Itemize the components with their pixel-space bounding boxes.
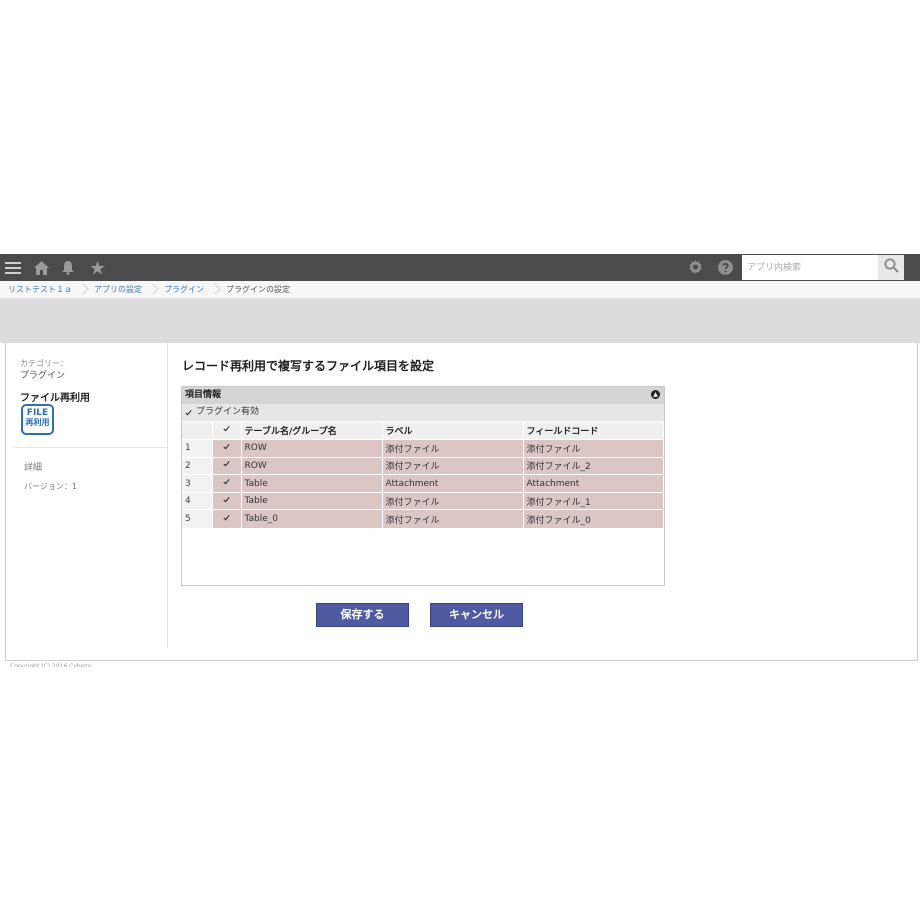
table-row[interactable]: 2 ROW 添付ファイル 添付ファイル_2 [182,456,664,475]
plugin-sidebar: カテゴリー： プラグイン ファイル再利用 FILE 再利用 詳細 バージョン：1 [6,343,168,648]
row-number: 1 [182,439,213,458]
app-search-input[interactable] [742,255,878,280]
table-header-row: テーブル名/グループ名 ラベル フィールドコード [182,422,664,440]
cell-group: Table [241,474,383,493]
breadcrumb-separator [79,281,87,299]
cell-label: 添付ファイル [382,456,524,475]
row-checkbox-cell [212,491,242,510]
plugin-logo-subtext: 再利用 [25,417,50,427]
breadcrumb-plugins[interactable]: プラグイン [164,284,204,295]
cell-code: 添付ファイル_1 [523,491,664,510]
field-table: テーブル名/グループ名 ラベル フィールドコード 1 ROW 添付ファイル 添付… [182,422,664,528]
row-number: 4 [182,491,213,510]
row-checkbox[interactable] [223,478,231,486]
sidebar-divider [14,447,168,448]
breadcrumb-separator [149,281,157,299]
page-title: レコード再利用で複写するファイル項目を設定 [182,359,435,373]
row-checkbox[interactable] [223,460,231,468]
section-header: 項目情報 ▲ [182,387,664,404]
settings-panel: カテゴリー： プラグイン ファイル再利用 FILE 再利用 詳細 バージョン：1… [5,343,918,661]
plugin-name: ファイル再利用 [20,393,90,404]
cell-label: 添付ファイル [382,491,524,510]
column-header-code: フィールドコード [523,422,664,440]
save-button[interactable]: 保存する [316,603,409,627]
page-header-band [0,299,920,343]
breadcrumb-app[interactable]: リストテスト１ａ [8,284,72,295]
row-checkbox-cell [212,439,242,458]
app-header [0,254,920,281]
cell-label: 添付ファイル [382,509,524,528]
breadcrumb: リストテスト１ａ アプリの設定 プラグイン プラグインの設定 [0,281,920,299]
cell-code: 添付ファイル_0 [523,509,664,528]
table-row[interactable]: 5 Table_0 添付ファイル 添付ファイル_0 [182,509,664,528]
cell-group: ROW [241,456,383,475]
star-icon[interactable] [86,254,108,281]
table-row[interactable]: 1 ROW 添付ファイル 添付ファイル [182,439,664,458]
help-icon[interactable] [714,254,736,281]
table-row[interactable]: 3 Table Attachment Attachment [182,474,664,493]
search-icon [884,258,899,277]
breadcrumb-separator [211,281,219,299]
plugin-version: バージョン：1 [24,482,77,491]
cell-label: Attachment [382,474,524,493]
row-number: 3 [182,474,213,493]
cell-group: ROW [241,439,383,458]
field-settings-frame: 項目情報 ▲ プラグイン有効 テーブル名/グループ名 ラベル フィールドコード … [181,386,665,586]
cell-group: Table_0 [241,509,383,528]
plugin-enable-label: プラグイン有効 [196,407,260,417]
select-all-checkbox[interactable] [223,425,231,433]
gear-icon[interactable] [684,254,706,281]
column-header-label: ラベル [382,422,524,440]
row-number-header [182,422,213,440]
row-checkbox-cell [212,509,242,528]
home-icon[interactable] [30,254,52,281]
row-checkbox[interactable] [223,514,231,522]
table-row[interactable]: 4 Table 添付ファイル 添付ファイル_1 [182,491,664,510]
row-checkbox[interactable] [223,443,231,451]
row-checkbox-cell [212,474,242,493]
category-value: プラグイン [20,371,66,381]
cell-group: Table [241,491,383,510]
plugin-logo: FILE 再利用 [21,404,54,435]
select-all-header [212,422,242,440]
plugin-enable-row: プラグイン有効 [182,404,664,421]
plugin-enable-checkbox[interactable] [185,409,193,417]
bell-icon[interactable] [57,254,79,281]
row-checkbox[interactable] [223,496,231,504]
row-number: 5 [182,509,213,528]
menu-icon[interactable] [2,254,24,281]
section-title: 項目情報 [185,390,222,400]
search-button[interactable] [878,255,904,280]
breadcrumb-plugin-settings: プラグインの設定 [226,285,290,294]
row-checkbox-cell [212,456,242,475]
copyright-text: Copyright (C) 2016 Cybozu [10,663,92,667]
cell-code: Attachment [523,474,664,493]
breadcrumb-app-settings[interactable]: アプリの設定 [94,284,142,295]
cell-label: 添付ファイル [382,439,524,458]
cell-code: 添付ファイル_2 [523,456,664,475]
cancel-button[interactable]: キャンセル [430,603,523,627]
row-number: 2 [182,456,213,475]
detail-link[interactable]: 詳細 [24,460,42,473]
cell-code: 添付ファイル [523,439,664,458]
column-header-group: テーブル名/グループ名 [241,422,383,440]
collapse-icon[interactable]: ▲ [651,390,660,399]
